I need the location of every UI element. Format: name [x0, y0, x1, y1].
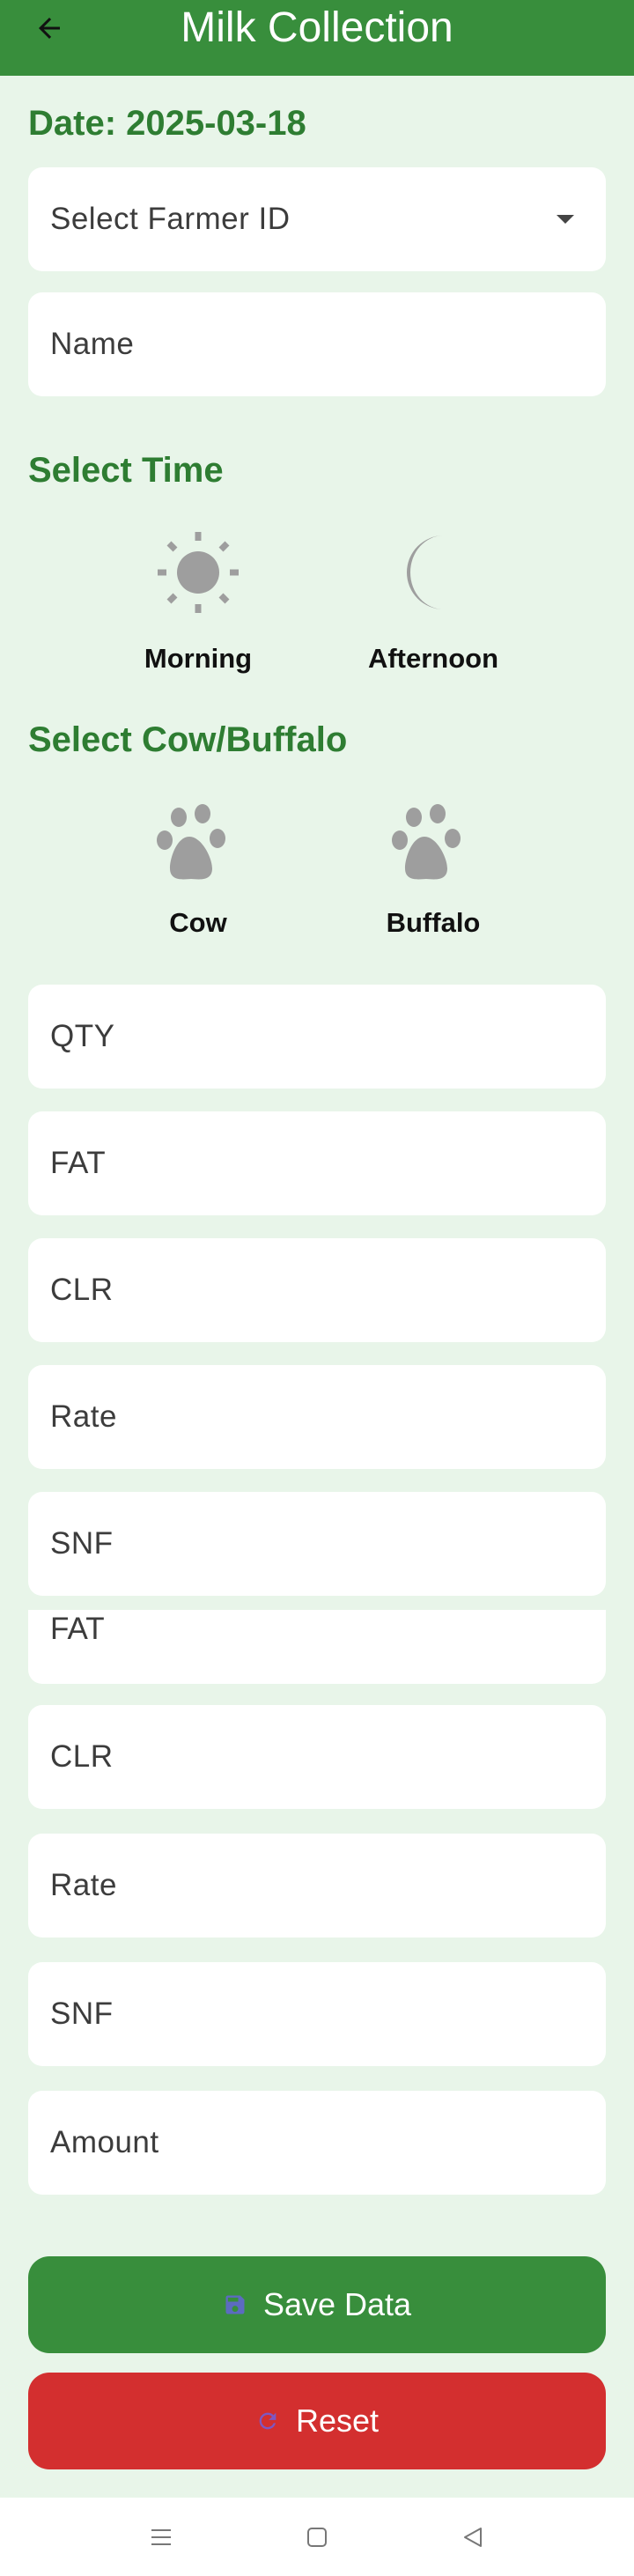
snf-placeholder: SNF: [50, 1526, 114, 1561]
buffalo-label: Buffalo: [386, 907, 481, 938]
system-nav-bar: [0, 2498, 634, 2576]
rate-secondary-placeholder: Rate: [50, 1868, 117, 1902]
animal-option-buffalo[interactable]: Buffalo: [336, 801, 530, 939]
fat-placeholder: FAT: [50, 1146, 107, 1180]
farmer-id-placeholder: Select Farmer ID: [50, 202, 291, 236]
fat-field-secondary[interactable]: FAT: [28, 1610, 606, 1684]
save-icon: [225, 2295, 245, 2314]
reset-button-label: Reset: [295, 2403, 380, 2439]
page-title: Milk Collection: [181, 4, 453, 51]
app-bar: Milk Collection: [0, 0, 634, 76]
clr-secondary-placeholder: CLR: [50, 1739, 114, 1774]
refresh-icon: [259, 2412, 276, 2430]
save-button-label: Save Data: [262, 2286, 412, 2322]
clr-field[interactable]: CLR: [28, 1238, 606, 1342]
afternoon-label: Afternoon: [367, 643, 499, 674]
qty-field[interactable]: QTY: [28, 985, 606, 1089]
name-placeholder: Name: [50, 327, 135, 361]
save-button[interactable]: Save Data: [28, 2256, 606, 2353]
paw-icon: [157, 804, 225, 880]
fat-field[interactable]: FAT: [28, 1111, 606, 1215]
paw-icon: [392, 804, 461, 880]
morning-label: Morning: [144, 643, 253, 674]
home-square-icon[interactable]: [304, 2524, 330, 2550]
amount-field[interactable]: Amount: [28, 2091, 606, 2195]
sun-icon: [158, 532, 239, 613]
select-animal-title: Select Cow/Buffalo: [28, 720, 348, 759]
snf-field[interactable]: SNF: [28, 1492, 606, 1596]
date-label: Date: 2025-03-18: [28, 104, 306, 143]
select-time-title: Select Time: [28, 451, 224, 490]
dropdown-arrow-icon: [557, 215, 574, 224]
reset-button[interactable]: Reset: [28, 2373, 606, 2469]
clr-field-secondary[interactable]: CLR: [28, 1705, 606, 1809]
menu-icon[interactable]: [148, 2524, 174, 2550]
name-field[interactable]: Name: [28, 292, 606, 396]
farmer-id-select[interactable]: Select Farmer ID: [28, 167, 606, 271]
rate-placeholder: Rate: [50, 1399, 117, 1434]
clr-placeholder: CLR: [50, 1273, 114, 1307]
time-option-morning[interactable]: Morning: [101, 528, 295, 675]
moon-icon: [407, 535, 444, 609]
cow-label: Cow: [169, 907, 227, 938]
back-triangle-icon[interactable]: [460, 2524, 486, 2550]
rate-field-secondary[interactable]: Rate: [28, 1834, 606, 1938]
time-option-afternoon[interactable]: Afternoon: [336, 528, 530, 675]
rate-field[interactable]: Rate: [28, 1365, 606, 1469]
fat-secondary-placeholder: FAT: [50, 1612, 105, 1646]
snf-field-secondary[interactable]: SNF: [28, 1962, 606, 2066]
amount-placeholder: Amount: [50, 2125, 159, 2159]
qty-placeholder: QTY: [50, 1019, 115, 1053]
animal-option-cow[interactable]: Cow: [101, 801, 295, 939]
snf-secondary-placeholder: SNF: [50, 1997, 114, 2031]
